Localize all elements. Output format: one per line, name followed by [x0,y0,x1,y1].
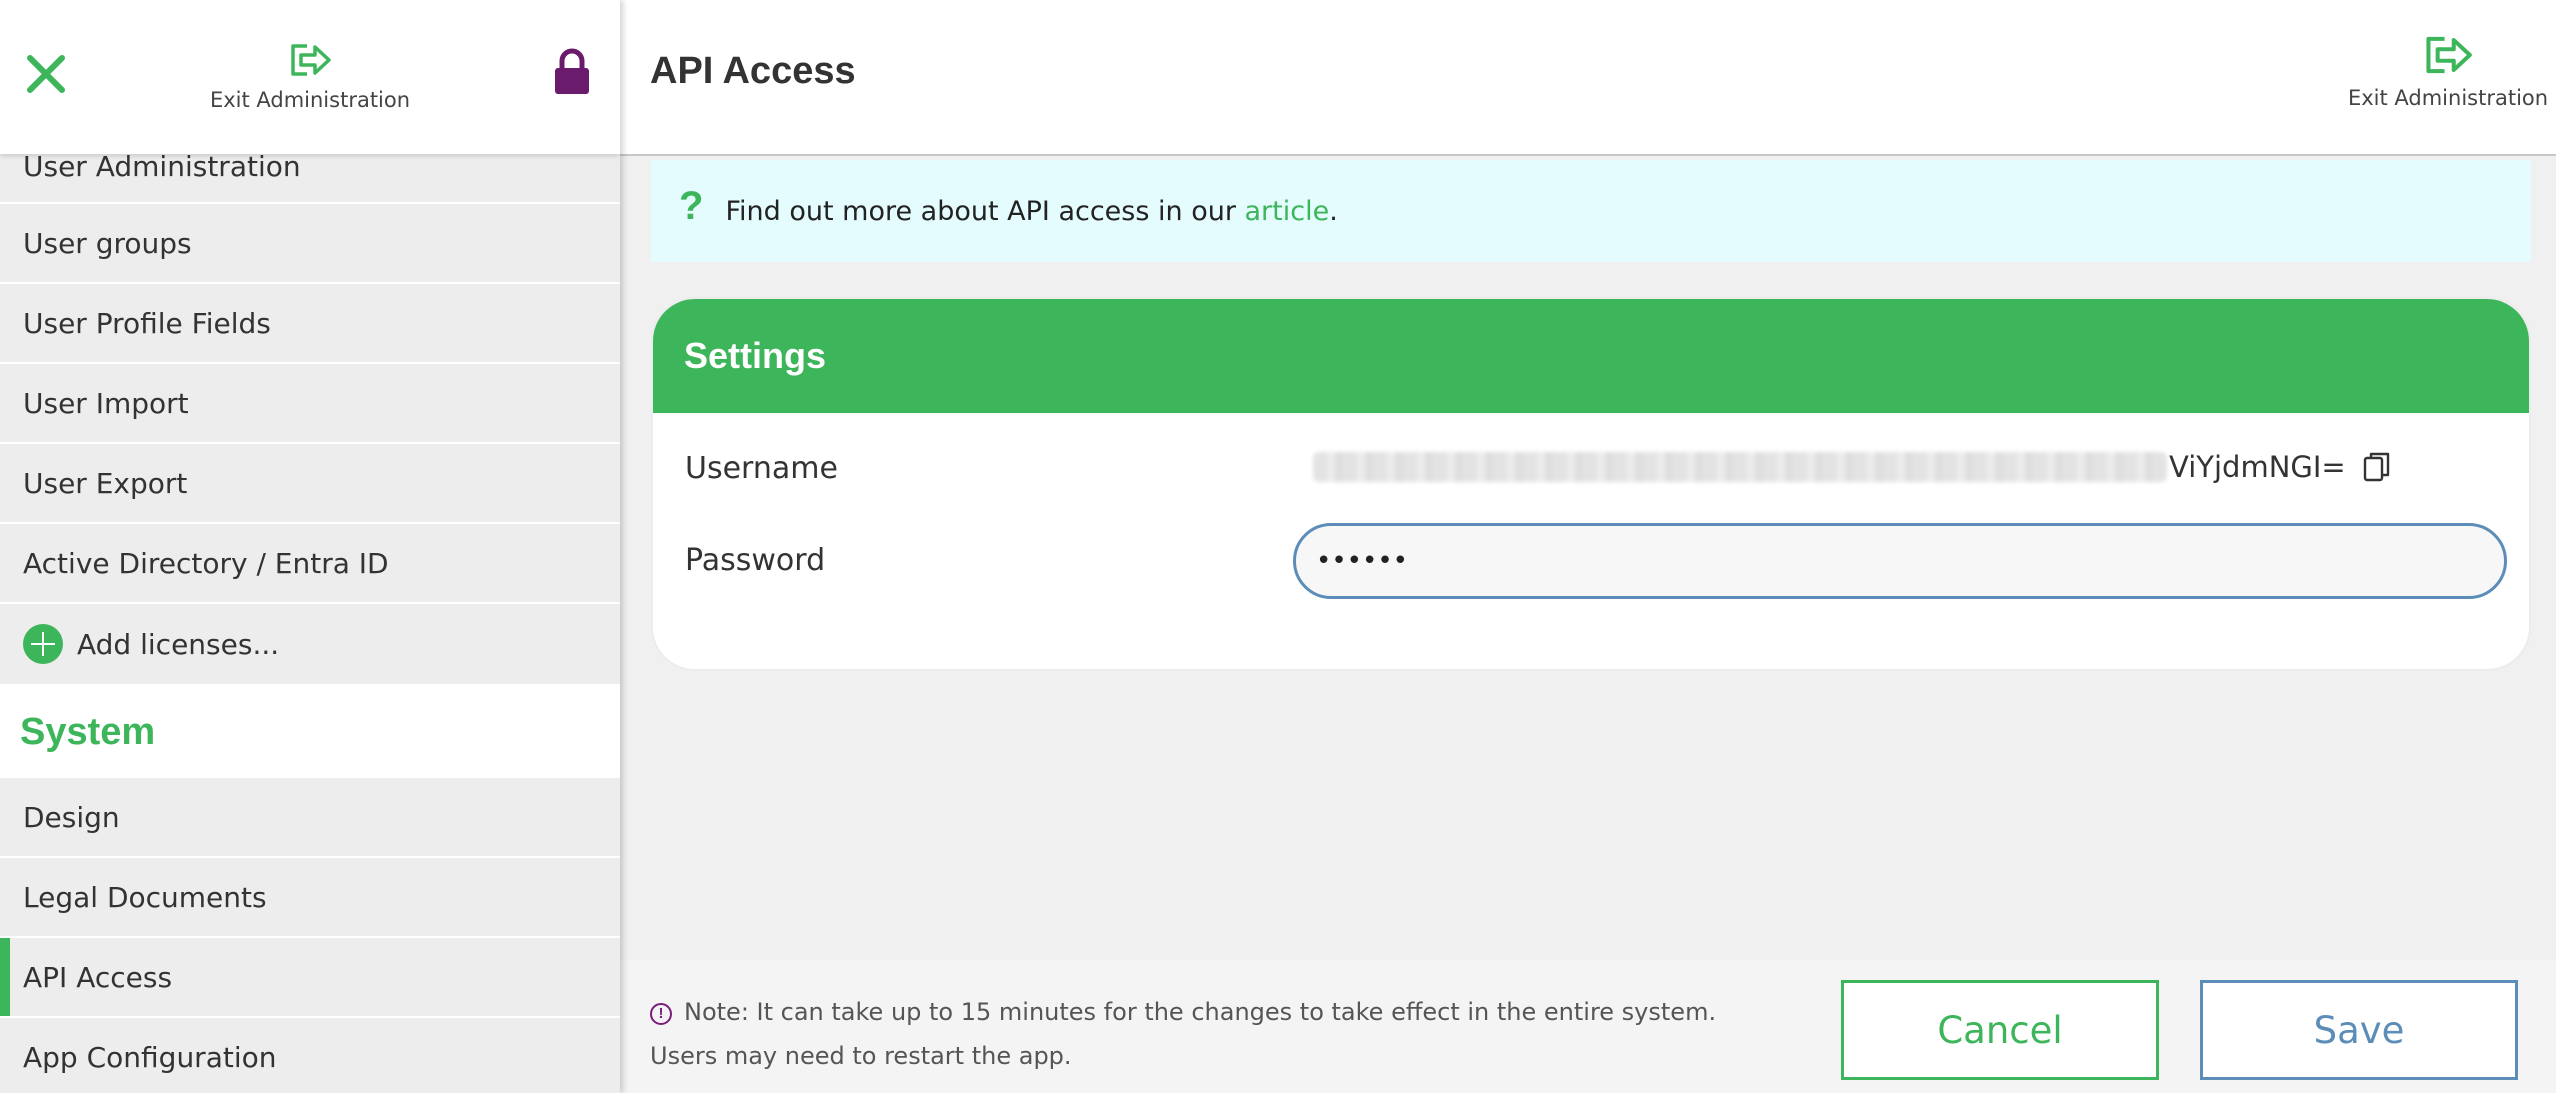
lock-icon [555,48,589,94]
info-box: ? Find out more about API access in our … [651,160,2531,262]
sidebar-item-label: Legal Documents [23,880,267,914]
sidebar-item-label: Add licenses... [77,627,280,661]
settings-card-title: Settings [653,299,2529,413]
plus-icon [23,624,63,664]
sidebar-item-app-configuration[interactable]: App Configuration [0,1018,620,1093]
info-text-after: . [1329,195,1338,227]
info-text-before: Find out more about API access in our [725,195,1245,227]
sidebar-section-system: System [0,686,620,778]
question-icon: ? [679,183,704,228]
sidebar-item-user-profile-fields[interactable]: User Profile Fields [0,284,620,364]
exit-administration-label: Exit Administration [209,88,411,112]
exit-administration-label: Exit Administration [2347,86,2549,110]
article-link[interactable]: article [1245,196,1330,227]
sidebar-item-active-directory[interactable]: Active Directory / Entra ID [0,524,620,604]
warning-icon: ! [650,1003,672,1025]
sidebar-header: Exit Administration [0,0,620,154]
sidebar-item-design[interactable]: Design [0,778,620,858]
close-icon [27,55,65,93]
sidebar-item-user-groups[interactable]: User groups [0,204,620,284]
page-title: API Access [650,50,856,92]
cancel-button[interactable]: Cancel [1841,980,2159,1080]
sidebar: Exit Administration User Administration … [0,0,620,1093]
footer: ! Note: It can take up to 15 minutes for … [620,960,2556,1093]
password-label: Password [685,543,826,578]
username-redacted [1313,452,2167,482]
username-suffix: ViYjdmNGI= [2169,450,2346,484]
copy-username-button[interactable] [2362,450,2392,484]
footer-note: ! Note: It can take up to 15 minutes for … [650,990,1780,1078]
sidebar-item-label: User Profile Fields [23,306,271,340]
exit-icon [291,44,331,76]
sidebar-item-api-access[interactable]: API Access [0,938,620,1018]
exit-icon [2426,36,2472,74]
sidebar-item-label: Design [23,800,120,834]
sidebar-item-label: API Access [23,960,173,994]
sidebar-item-user-export[interactable]: User Export [0,444,620,524]
close-button[interactable] [16,44,76,104]
sidebar-item-add-licenses[interactable]: Add licenses... [0,604,620,686]
top-bar: API Access Exit Administration [620,0,2556,156]
username-value: ViYjdmNGI= [1313,445,2392,489]
sidebar-item-label: User Import [23,386,189,420]
username-label: Username [685,451,838,486]
sidebar-item-label: Active Directory / Entra ID [23,546,389,580]
copy-icon [2363,452,2389,482]
sidebar-item-legal-documents[interactable]: Legal Documents [0,858,620,938]
settings-card: Settings Username ViYjdmNGI= Password [651,297,2531,671]
sidebar-exit-administration-button[interactable]: Exit Administration [200,40,420,112]
header-exit-administration-button[interactable]: Exit Administration [2348,32,2548,110]
lock-button[interactable] [548,44,596,100]
save-button[interactable]: Save [2200,980,2518,1080]
sidebar-item-label: User Export [23,466,188,500]
info-text: Find out more about API access in our ar… [725,196,1337,227]
sidebar-item-label: User groups [23,226,192,260]
sidebar-item-user-import[interactable]: User Import [0,364,620,444]
sidebar-item-label: App Configuration [23,1040,277,1074]
password-input[interactable] [1293,523,2507,599]
sidebar-item-label: User Administration [23,149,301,183]
footer-note-text: Note: It can take up to 15 minutes for t… [650,998,1717,1070]
sidebar-menu: User Administration User groups User Pro… [0,130,620,1093]
